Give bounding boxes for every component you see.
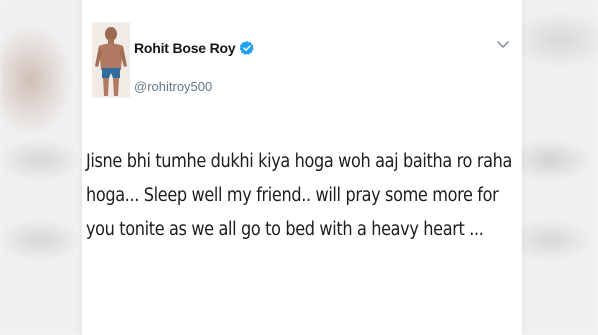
- author-display-name[interactable]: Rohit Bose Roy: [134, 40, 236, 56]
- chevron-down-icon[interactable]: [496, 40, 510, 50]
- avatar[interactable]: [92, 22, 130, 98]
- tweet-text-line: hoga... Sleep well my friend.. will pray…: [86, 185, 499, 206]
- author-handle[interactable]: @rohitroy500: [134, 79, 212, 94]
- screenshot-stage: Rohit Bose Roy @rohitroy500 Jisne bhi tu…: [0, 0, 598, 335]
- tweet-card[interactable]: Rohit Bose Roy @rohitroy500 Jisne bhi tu…: [82, 0, 522, 335]
- tweet-text-line: you tonite as we all go to bed with a he…: [86, 219, 484, 240]
- author-name-row[interactable]: Rohit Bose Roy: [134, 38, 255, 58]
- avatar-photo: [92, 22, 130, 98]
- tweet-text: Jisne bhi tumhe dukhi kiya hoga woh aaj …: [86, 145, 512, 247]
- tweet-text-line: Jisne bhi tumhe dukhi kiya hoga woh aaj …: [86, 151, 512, 172]
- verified-badge-icon: [240, 41, 255, 55]
